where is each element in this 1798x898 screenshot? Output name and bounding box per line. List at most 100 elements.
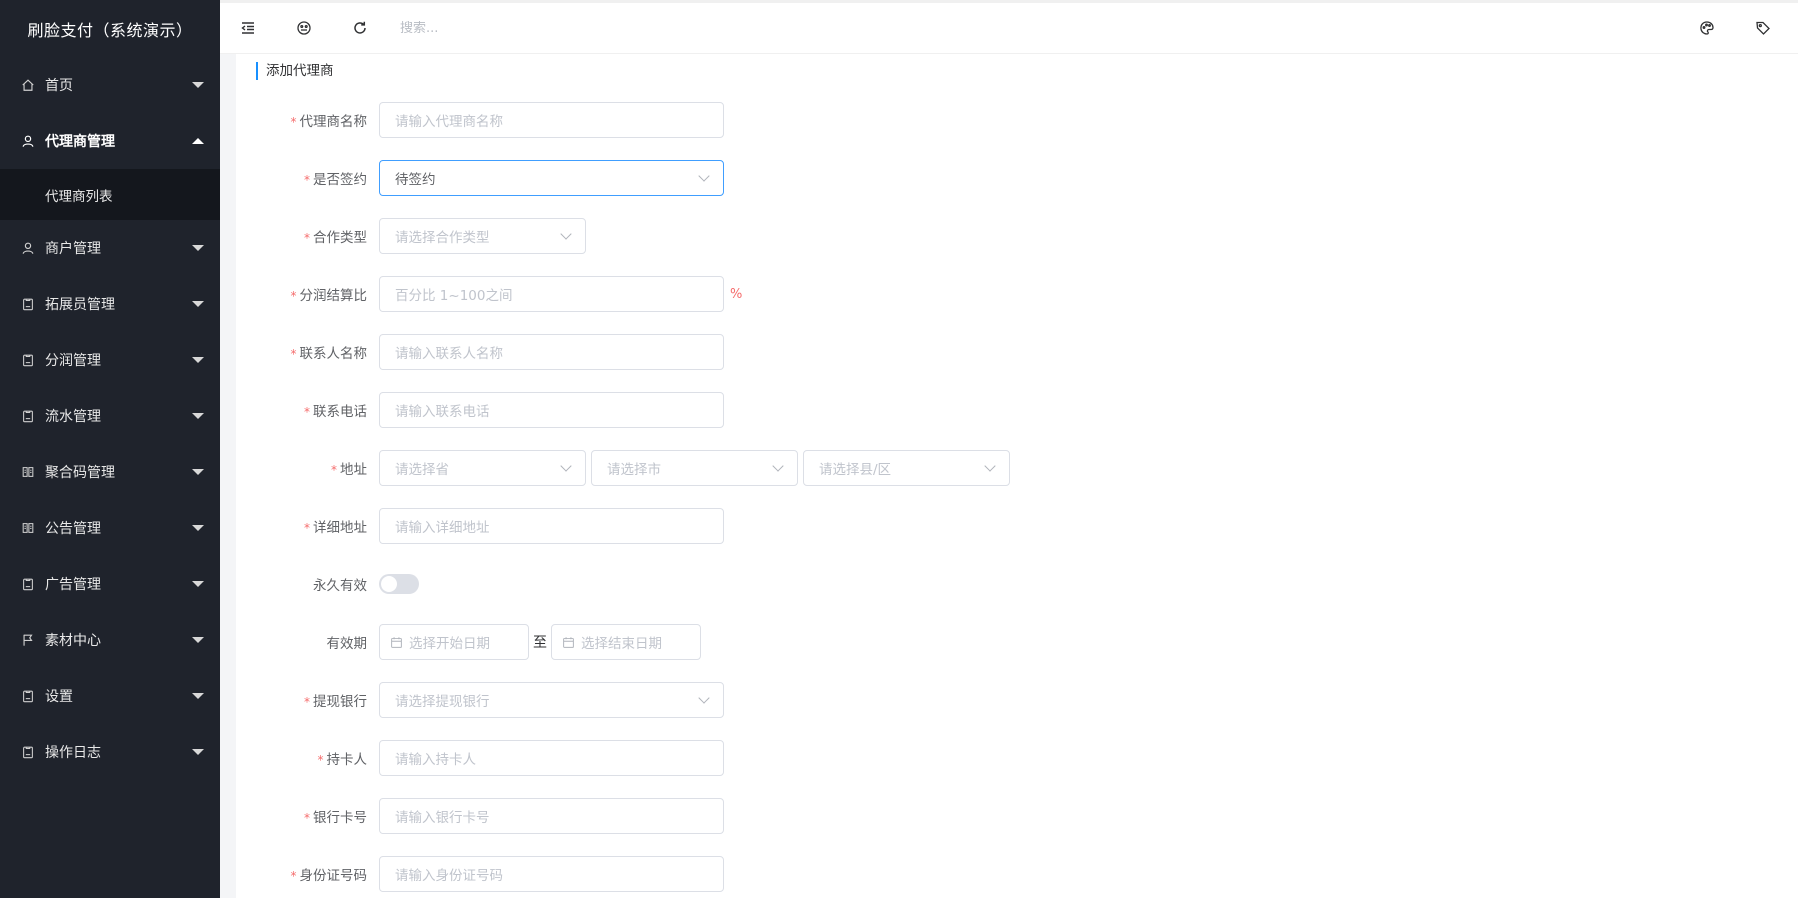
theme-button[interactable] xyxy=(1698,3,1716,53)
refresh-button[interactable] xyxy=(332,3,388,53)
form-row-holder: * 持卡人 请输入持卡人 xyxy=(236,740,724,776)
sidebar-item-label: 流水管理 xyxy=(45,409,101,425)
caret-down-icon xyxy=(192,749,204,755)
agent-name-input[interactable]: 请输入代理商名称 xyxy=(379,102,724,138)
flag-icon xyxy=(21,633,35,647)
form-row-bank: * 提现银行 请选择提现银行 xyxy=(236,682,724,718)
district-select[interactable]: 请选择县/区 xyxy=(803,450,1010,486)
tag-button[interactable] xyxy=(1754,3,1772,53)
select-placeholder: 请选择市 xyxy=(607,462,661,478)
field-label: * 持卡人 xyxy=(317,752,368,768)
menu-fold-button[interactable] xyxy=(220,3,276,53)
top-bar xyxy=(220,0,1798,54)
clipboard-icon xyxy=(21,577,35,591)
caret-down-icon xyxy=(192,637,204,643)
id-number-input[interactable]: 请输入身份证号码 xyxy=(379,856,724,892)
sidebar-item-expander-management[interactable]: 拓展员管理 xyxy=(0,276,220,332)
form-row-id-no: * 身份证号码 请输入身份证号码 xyxy=(236,856,724,892)
field-label: * 分润结算比 xyxy=(290,288,368,304)
bank-select[interactable]: 请选择提现银行 xyxy=(379,682,724,718)
book-icon xyxy=(21,465,35,479)
clipboard-icon xyxy=(21,353,35,367)
chevron-down-icon xyxy=(984,460,996,472)
form-row-detail-address: * 详细地址 请输入详细地址 xyxy=(236,508,724,544)
sidebar-item-profit-management[interactable]: 分润管理 xyxy=(0,332,220,388)
province-select[interactable]: 请选择省 xyxy=(379,450,586,486)
required-mark: * xyxy=(317,753,324,767)
sidebar-item-material-center[interactable]: 素材中心 xyxy=(0,612,220,668)
form-row-ratio: * 分润结算比 百分比 1~100之间 % xyxy=(236,276,742,312)
sidebar-subitem-agent-list[interactable]: 代理商列表 xyxy=(0,169,220,220)
top-right-tools xyxy=(1698,3,1772,53)
start-date-picker[interactable]: 选择开始日期 xyxy=(379,624,529,660)
contact-name-input[interactable]: 请输入联系人名称 xyxy=(379,334,724,370)
page-title: 添加代理商 xyxy=(256,62,334,80)
city-select[interactable]: 请选择市 xyxy=(591,450,798,486)
form-row-contact-name: * 联系人名称 请输入联系人名称 xyxy=(236,334,724,370)
sidebar-item-aggregate-code[interactable]: 聚合码管理 xyxy=(0,444,220,500)
sidebar-item-flow-management[interactable]: 流水管理 xyxy=(0,388,220,444)
select-placeholder: 请选择县/区 xyxy=(819,462,892,478)
sidebar-item-merchant-management[interactable]: 商户管理 xyxy=(0,220,220,276)
detail-address-input[interactable]: 请输入详细地址 xyxy=(379,508,724,544)
sidebar-item-home[interactable]: 首页 xyxy=(0,57,220,113)
chevron-down-icon xyxy=(560,228,572,240)
sidebar-item-notice-management[interactable]: 公告管理 xyxy=(0,500,220,556)
sidebar-item-label: 素材中心 xyxy=(45,633,101,649)
contact-phone-input[interactable]: 请输入联系电话 xyxy=(379,392,724,428)
card-holder-input[interactable]: 请输入持卡人 xyxy=(379,740,724,776)
book-icon xyxy=(21,521,35,535)
caret-down-icon xyxy=(192,469,204,475)
content-gutter xyxy=(220,54,236,898)
main-content: 添加代理商 * 代理商名称 请输入代理商名称 * 是否签约 待签约 * 合作类型 请选… xyxy=(220,54,1798,898)
select-placeholder: 请选择提现银行 xyxy=(395,694,490,710)
caret-down-icon xyxy=(192,245,204,251)
sidebar-item-ad-management[interactable]: 广告管理 xyxy=(0,556,220,612)
chevron-down-icon xyxy=(772,460,784,472)
percent-suffix: % xyxy=(730,286,743,302)
sidebar-item-label: 广告管理 xyxy=(45,577,101,593)
date-range-separator: 至 xyxy=(533,635,547,651)
signed-select[interactable]: 待签约 xyxy=(379,160,724,196)
required-mark: * xyxy=(290,115,297,129)
refresh-icon xyxy=(354,21,366,34)
field-label: 永久有效 xyxy=(313,578,367,594)
caret-down-icon xyxy=(192,301,204,307)
sidebar-item-label: 公告管理 xyxy=(45,521,101,537)
required-mark: * xyxy=(304,811,310,825)
sidebar-item-agent-management[interactable]: 代理商管理 xyxy=(0,113,220,169)
sidebar-item-settings[interactable]: 设置 xyxy=(0,668,220,724)
sidebar-item-operation-log[interactable]: 操作日志 xyxy=(0,724,220,780)
field-label: * 合作类型 xyxy=(304,230,367,246)
clipboard-icon xyxy=(21,409,35,423)
form-row-contact-phone: * 联系电话 请输入联系电话 xyxy=(236,392,724,428)
coop-type-select[interactable]: 请选择合作类型 xyxy=(379,218,586,254)
field-label: * 提现银行 xyxy=(304,694,367,710)
required-mark: * xyxy=(304,521,310,535)
tag-icon xyxy=(1756,21,1770,35)
caret-down-icon xyxy=(192,82,204,88)
palette-button[interactable] xyxy=(276,3,332,53)
theme-icon xyxy=(1700,21,1714,35)
bank-card-input[interactable]: 请输入银行卡号 xyxy=(379,798,724,834)
ratio-input[interactable]: 百分比 1~100之间 xyxy=(379,276,724,312)
chevron-down-icon xyxy=(698,170,710,182)
field-label: * 银行卡号 xyxy=(304,810,367,826)
permanent-toggle[interactable] xyxy=(379,574,419,594)
form-row-validity: 有效期 选择开始日期 至 选择结束日期 xyxy=(236,624,701,660)
form-row-coop-type: * 合作类型 请选择合作类型 xyxy=(236,218,586,254)
field-label: * 是否签约 xyxy=(304,172,367,188)
form-row-agent-name: * 代理商名称 请输入代理商名称 xyxy=(236,102,724,138)
sidebar-item-label: 商户管理 xyxy=(45,241,101,257)
required-mark: * xyxy=(331,463,337,477)
required-mark: * xyxy=(304,231,310,245)
required-mark: * xyxy=(304,405,310,419)
required-mark: * xyxy=(290,347,297,361)
caret-down-icon xyxy=(192,525,204,531)
search-input[interactable] xyxy=(400,20,700,36)
chevron-down-icon xyxy=(560,460,572,472)
end-date-picker[interactable]: 选择结束日期 xyxy=(551,624,701,660)
field-label: * 身份证号码 xyxy=(290,868,368,884)
sidebar-item-label: 代理商管理 xyxy=(45,134,115,150)
caret-down-icon xyxy=(192,357,204,363)
